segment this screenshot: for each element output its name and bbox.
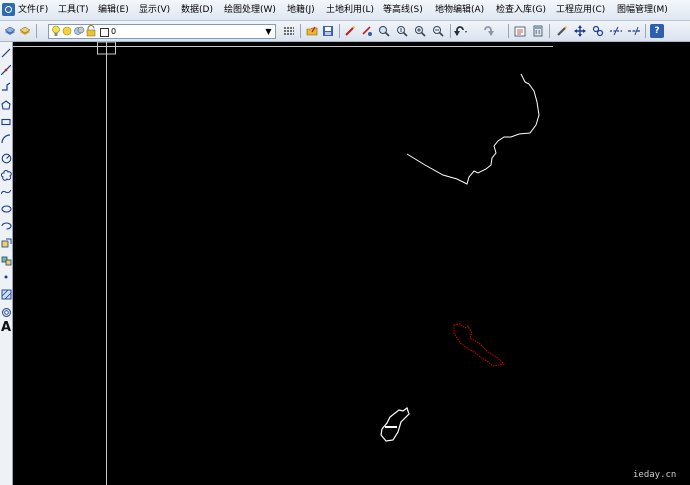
white-parcel-boundary xyxy=(380,407,410,442)
standard-toolbar: 0 ▼ ? xyxy=(0,21,690,42)
watermark: ieday.cn xyxy=(633,470,677,480)
toolbar-separator xyxy=(450,24,451,38)
layer-dropdown[interactable]: 0 ▼ xyxy=(48,24,276,39)
menu-sheet-manage[interactable]: 图幅管理(M) xyxy=(617,4,668,16)
open-icon[interactable] xyxy=(305,24,319,38)
region-icon[interactable] xyxy=(0,305,12,319)
menu-view[interactable]: 显示(V) xyxy=(139,4,170,16)
app-icon[interactable] xyxy=(2,3,15,16)
point-icon[interactable] xyxy=(360,24,374,38)
toolbar-separator xyxy=(36,24,37,38)
hatch-icon[interactable] xyxy=(0,287,12,301)
drawing-canvas[interactable] xyxy=(13,42,690,485)
lock-icon[interactable] xyxy=(84,24,98,38)
link-icon[interactable] xyxy=(591,24,605,38)
menu-edit[interactable]: 编辑(E) xyxy=(98,4,129,16)
zoom-window-icon[interactable] xyxy=(377,24,391,38)
revcloud-icon[interactable] xyxy=(0,168,12,182)
menu-bar: 文件(F) 工具(T) 编辑(E) 显示(V) 数据(D) 绘图处理(W) 地籍… xyxy=(0,0,690,21)
dash-line-icon[interactable] xyxy=(609,24,623,38)
layers-icon[interactable] xyxy=(3,24,17,38)
layer-states-icon[interactable] xyxy=(18,24,32,38)
pencil-icon[interactable] xyxy=(555,24,569,38)
undo-icon[interactable] xyxy=(454,24,468,38)
layer-name: 0 xyxy=(111,27,117,36)
menu-check-import[interactable]: 检查入库(G) xyxy=(496,4,546,16)
circle-icon[interactable] xyxy=(0,151,12,165)
measure-icon[interactable] xyxy=(627,24,641,38)
redo-icon[interactable] xyxy=(482,24,496,38)
spline-icon[interactable] xyxy=(0,185,12,199)
help-icon[interactable]: ? xyxy=(650,24,664,38)
menu-engineering[interactable]: 工程应用(C) xyxy=(556,4,605,16)
save-icon[interactable] xyxy=(321,24,335,38)
chevron-down-icon[interactable]: ▼ xyxy=(263,25,274,38)
red-parcel-boundary xyxy=(453,323,506,367)
zoom-out-icon[interactable] xyxy=(431,24,445,38)
menu-cadastre[interactable]: 地籍(J) xyxy=(287,4,315,16)
menu-feature-edit[interactable]: 地物编辑(A) xyxy=(435,4,484,16)
zoom-in-icon[interactable] xyxy=(413,24,427,38)
point-icon[interactable] xyxy=(0,270,12,284)
toolbar-separator xyxy=(645,24,646,38)
polygon-icon[interactable] xyxy=(0,98,12,112)
properties-icon[interactable] xyxy=(513,24,527,38)
xline-icon[interactable] xyxy=(0,63,12,77)
menu-land-use[interactable]: 土地利用(L) xyxy=(326,4,374,16)
draw-toolbar: A xyxy=(0,42,13,485)
insert-block-icon[interactable] xyxy=(0,236,12,250)
polyline-icon[interactable] xyxy=(0,80,12,94)
edit-pen-icon[interactable] xyxy=(343,24,357,38)
zoom-realtime-icon[interactable] xyxy=(395,24,409,38)
menu-data[interactable]: 数据(D) xyxy=(181,4,213,16)
arc-icon[interactable] xyxy=(0,132,12,146)
ellipse-icon[interactable] xyxy=(0,202,12,216)
layer-color-swatch xyxy=(100,28,109,37)
mtext-icon[interactable]: A xyxy=(0,321,12,335)
make-block-icon[interactable] xyxy=(0,253,12,267)
menu-tools[interactable]: 工具(T) xyxy=(58,4,89,16)
menu-contour[interactable]: 等高线(S) xyxy=(383,4,423,16)
ellipse-arc-icon[interactable] xyxy=(0,219,12,233)
toolbar-separator xyxy=(339,24,340,38)
toolbar-separator xyxy=(300,24,301,38)
pan-icon[interactable] xyxy=(573,24,587,38)
line-icon[interactable] xyxy=(0,46,12,60)
linetype-icon[interactable] xyxy=(282,24,296,38)
toolbar-separator xyxy=(508,24,509,38)
menu-file[interactable]: 文件(F) xyxy=(18,4,48,16)
rectangle-icon[interactable] xyxy=(0,115,12,129)
contour-line xyxy=(406,73,540,185)
calculator-icon[interactable] xyxy=(531,24,545,38)
menu-draw[interactable]: 绘图处理(W) xyxy=(224,4,276,16)
toolbar-separator xyxy=(549,24,550,38)
